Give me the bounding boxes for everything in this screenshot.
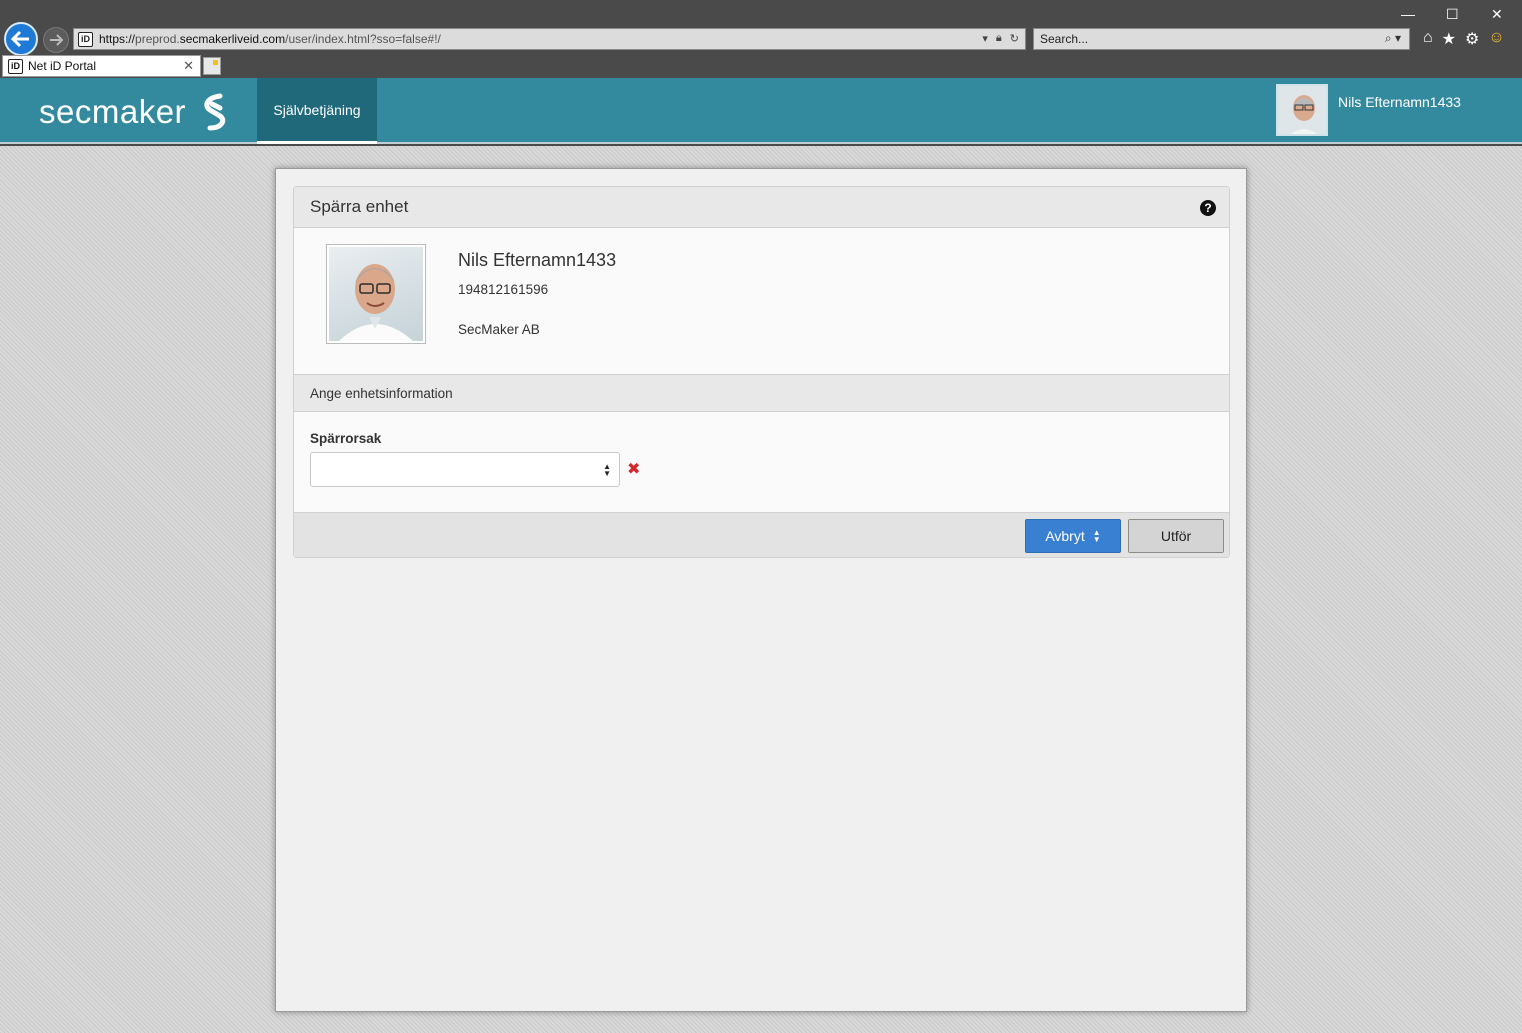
reason-label: Spärrorsak <box>310 431 382 446</box>
address-bar[interactable]: iD https://preprod.secmakerliveid.com/us… <box>73 28 1026 50</box>
person-organization: SecMaker AB <box>458 322 540 337</box>
device-form: Spärrorsak ▲ ▼ ✖ <box>294 412 1229 512</box>
action-bar: Avbryt ▲ ▼ Utför <box>294 512 1229 557</box>
panel-header: Spärra enhet ? <box>294 187 1229 228</box>
user-photo-icon <box>1278 86 1326 134</box>
clear-icon[interactable]: ✖ <box>627 459 640 479</box>
reason-select[interactable]: ▲ ▼ <box>310 452 620 487</box>
submit-button[interactable]: Utför <box>1128 519 1224 553</box>
user-name: Nils Efternamn1433 <box>1338 94 1461 110</box>
arrow-right-icon <box>50 34 63 46</box>
avatar <box>326 244 426 344</box>
site-icon: iD <box>78 31 93 47</box>
user-menu[interactable]: Nils Efternamn1433 <box>1276 84 1461 136</box>
refresh-icon[interactable]: ↻ <box>1010 32 1019 45</box>
person-id-number: 194812161596 <box>458 282 549 297</box>
new-tab-button[interactable] <box>203 57 221 75</box>
tab-title: Net iD Portal <box>28 59 97 73</box>
help-icon[interactable]: ? <box>1200 200 1216 216</box>
close-window-icon[interactable]: ✕ <box>1491 6 1503 23</box>
site-icon: iD <box>8 58 23 74</box>
star-icon[interactable]: ★ <box>1442 29 1456 49</box>
main-container: Spärra enhet ? Nils Efternamn1433 194812… <box>275 168 1247 1012</box>
maximize-icon[interactable]: ☐ <box>1446 6 1459 23</box>
forward-button[interactable] <box>43 27 69 53</box>
cancel-button[interactable]: Avbryt ▲ ▼ <box>1025 519 1121 553</box>
logo[interactable]: secmaker <box>39 92 232 132</box>
person-name: Nils Efternamn1433 <box>458 250 617 270</box>
sort-arrows-icon: ▲ ▼ <box>603 462 611 478</box>
page-title: Spärra enhet <box>310 197 409 216</box>
browser-chrome: iD https://preprod.secmakerliveid.com/us… <box>0 0 1522 78</box>
lock-icon[interactable]: 🔒︎ <box>996 32 1002 45</box>
profile-card: Nils Efternamn1433 194812161596 SecMaker… <box>294 228 1229 374</box>
dropdown-arrow-icon[interactable]: ▾ <box>982 32 988 45</box>
user-photo-icon <box>339 264 413 341</box>
back-button[interactable] <box>4 22 38 56</box>
search-icon[interactable]: ⌕ ▾ <box>1385 31 1401 46</box>
secmaker-logo-icon <box>204 93 226 131</box>
avatar <box>1276 84 1328 136</box>
tab-sjalvbetjaning[interactable]: Självbetjäning <box>257 78 377 144</box>
section-header: Ange enhetsinformation <box>294 374 1229 412</box>
browser-tab[interactable]: iD Net iD Portal ✕ <box>2 55 201 77</box>
close-icon[interactable]: ✕ <box>183 58 194 74</box>
arrow-left-icon <box>11 30 29 48</box>
search-input[interactable]: Search... ⌕ ▾ <box>1033 28 1410 50</box>
gear-icon[interactable]: ⚙ <box>1465 29 1479 49</box>
smiley-icon[interactable]: ☺ <box>1488 29 1504 49</box>
minimize-icon[interactable]: — <box>1401 6 1415 22</box>
home-icon[interactable]: ⌂ <box>1423 29 1433 49</box>
url-text: https://preprod.secmakerliveid.com/user/… <box>99 32 441 46</box>
block-device-panel: Spärra enhet ? Nils Efternamn1433 194812… <box>293 186 1230 558</box>
sort-arrows-icon: ▲ ▼ <box>1092 528 1101 544</box>
app-header: secmaker Självbetjäning Nils Efternamn14… <box>0 78 1522 144</box>
